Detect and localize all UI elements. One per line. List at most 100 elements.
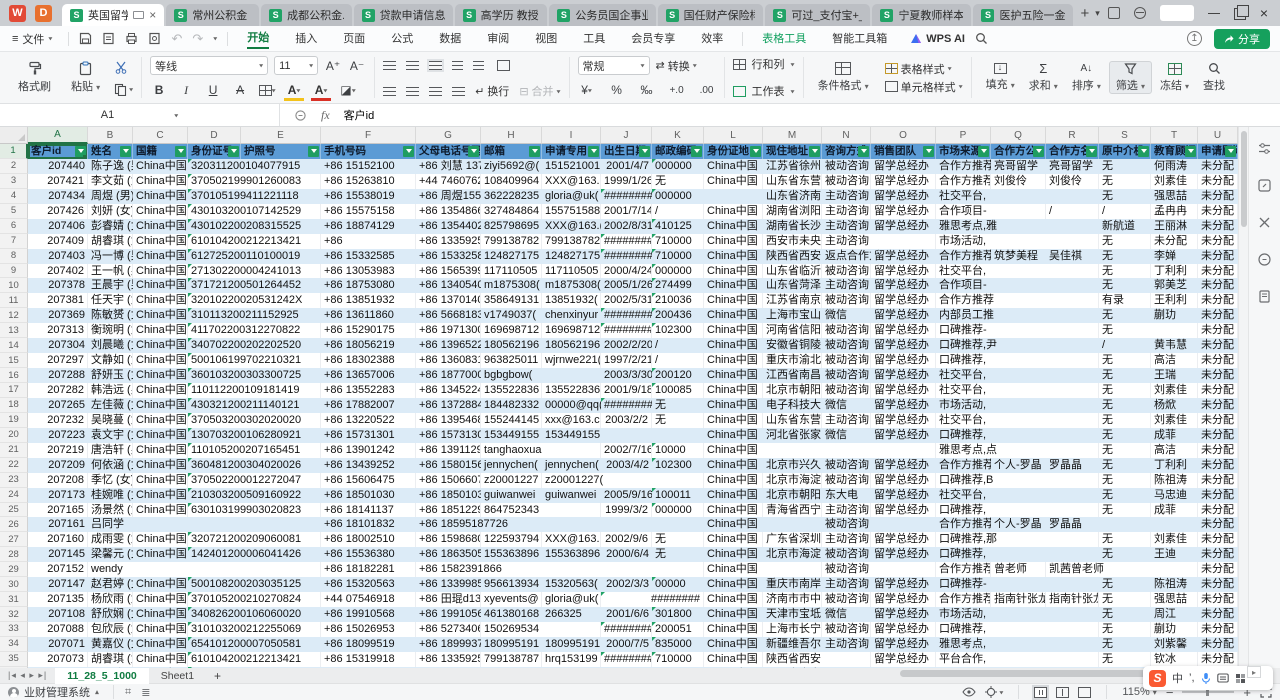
grid-cell[interactable]: 825798695 (481, 219, 542, 234)
align-center-icon[interactable] (406, 87, 419, 96)
grid-cell[interactable]: 舒欣娴 (女 (88, 607, 133, 622)
grid-cell[interactable]: 207071 (28, 637, 88, 652)
grid-cell[interactable]: 无 (1099, 532, 1151, 547)
grid-cell[interactable]: 合作项目- (936, 204, 1046, 219)
grid-cell[interactable]: +86 田琨d1395( (416, 592, 481, 607)
grid-cell[interactable]: 重庆市渝北 (763, 353, 822, 368)
grid-cell[interactable]: 杨焮 (1151, 398, 1198, 413)
grid-cell[interactable]: 无 (1099, 174, 1151, 189)
grid-cell[interactable]: China中国 (704, 159, 763, 174)
grid-cell[interactable]: 赵君婷 (女 (88, 577, 133, 592)
grid-cell[interactable]: / (1099, 338, 1151, 353)
normal-view-icon[interactable] (1034, 687, 1047, 698)
grid-cell[interactable]: 主动咨询 (822, 413, 871, 428)
align-middle-icon[interactable] (406, 61, 419, 70)
sheet-nav-buttons[interactable]: |◂ ◂ ▸ ▸| (0, 670, 55, 681)
grid-cell[interactable]: 710000 (652, 249, 704, 264)
grid-cell[interactable]: China中国 (133, 592, 188, 607)
grid-cell[interactable]: 合作项目- (936, 278, 1099, 293)
grid-cell[interactable]: China中国 (133, 308, 188, 323)
grid-cell[interactable]: 无 (652, 174, 704, 189)
grid-cell[interactable]: China中国 (133, 249, 188, 264)
save-icon[interactable] (79, 32, 92, 45)
grid-cell[interactable]: China中国 (704, 323, 763, 338)
indent-increase-icon[interactable] (473, 61, 484, 70)
grid-cell[interactable]: 刘妍 (女) (88, 204, 133, 219)
grid-cell[interactable]: 强思喆 (1151, 592, 1198, 607)
quick-access-chevron-icon[interactable]: ▾ (213, 35, 217, 42)
grid-cell[interactable]: 未分配 (1198, 323, 1238, 338)
grid-cell[interactable]: 留学总经办 (871, 383, 936, 398)
grid-cell[interactable]: +86 1598680231 (416, 532, 481, 547)
grid-cell[interactable]: 142401200006041426 (188, 547, 321, 562)
filter-button[interactable] (750, 146, 761, 157)
grid-cell[interactable]: 山东省临沂 (763, 264, 822, 279)
grid-cell[interactable]: +86 1533258500 (416, 249, 481, 264)
grid-cell[interactable]: 无 (1099, 308, 1151, 323)
grid-cell[interactable]: China中国 (133, 353, 188, 368)
search-icon[interactable] (975, 32, 988, 45)
grid-cell[interactable]: +86 15319918 (321, 652, 416, 667)
grid-cell[interactable]: ######## (601, 189, 652, 204)
grid-cell[interactable]: 13851932( (542, 293, 601, 308)
grid-cell[interactable]: China中国 (133, 637, 188, 652)
preview-icon[interactable] (148, 32, 161, 45)
grid-cell[interactable]: 327484864 (481, 204, 542, 219)
row-header-5[interactable]: 5 (0, 204, 28, 219)
grid-cell[interactable]: 成雨雯 (女 (88, 532, 133, 547)
grid-cell[interactable]: 184482332 (481, 398, 542, 413)
grid-cell[interactable]: 文静如 (女 (88, 353, 133, 368)
grid-cell[interactable]: 963825011 (481, 353, 542, 368)
grid-cell[interactable]: 合作方推荐 (936, 159, 991, 174)
row-header-26[interactable]: 26 (0, 517, 28, 532)
grid-cell[interactable]: 207402 (28, 264, 88, 279)
grid-cell[interactable]: 留学总经办 (871, 368, 936, 383)
fill-button[interactable]: ↓ 填充 ▾ (980, 63, 1021, 92)
grid-cell[interactable]: hrq153199 (542, 652, 601, 667)
grid-cell[interactable]: 郭美芝 (1151, 278, 1198, 293)
currency-style-icon[interactable]: ¥▾ (578, 81, 596, 99)
grid-cell[interactable]: 被动咨询 (822, 622, 871, 637)
grid-cell[interactable]: +86 18874129 (321, 219, 416, 234)
grid-cell[interactable]: 未分配 (1198, 383, 1238, 398)
select-all-corner[interactable] (0, 127, 28, 144)
grid-cell[interactable]: 梁馨元 (女 (88, 547, 133, 562)
grid-cell[interactable]: 留学总经办 (871, 488, 936, 503)
grid-cell[interactable]: +86 1582391866 (416, 562, 704, 577)
grid-cell[interactable]: +86 13220522 (321, 413, 416, 428)
grid-cell[interactable]: China中国 (133, 458, 188, 473)
grid-cell[interactable]: 110105200207165451 (188, 443, 321, 458)
row-header-29[interactable]: 29 (0, 562, 28, 577)
ime-punctuation-toggle[interactable]: ’, (1189, 672, 1195, 684)
grid-cell[interactable]: 370503200302020020 (188, 413, 321, 428)
grid-cell[interactable]: 362228235 (481, 189, 542, 204)
grid-cell[interactable]: +86 1335925706 (416, 652, 481, 667)
grid-cell[interactable]: 未分配 (1198, 547, 1238, 562)
grid-cell[interactable]: 2003/3/30 (601, 368, 652, 383)
grid-cell[interactable]: 207161 (28, 517, 88, 532)
grid-cell[interactable]: 王瑞 (1151, 368, 1198, 383)
page-break-view-icon[interactable] (1078, 687, 1091, 698)
grid-cell[interactable]: 200436 (652, 308, 704, 323)
grid-cell[interactable]: 上海市长宁 (763, 622, 822, 637)
grid-cell[interactable]: +86 1391129694 (416, 443, 481, 458)
grid-cell[interactable]: 无 (1099, 353, 1151, 368)
grid-cell[interactable]: 强思喆 (1151, 189, 1198, 204)
grid-cell[interactable]: 500108200203035125 (188, 577, 321, 592)
filter-button[interactable] (175, 146, 186, 157)
row-header-19[interactable]: 19 (0, 413, 28, 428)
header-cell-N1[interactable]: 咨询方式 (822, 144, 871, 159)
grid-cell[interactable]: 江苏省南京 (763, 293, 822, 308)
grid-cell[interactable]: 00000 (652, 577, 704, 592)
grid-cell[interactable]: 200051 (652, 622, 704, 637)
grid-cell[interactable]: 被动咨询 (822, 338, 871, 353)
file-tab[interactable]: S贷款申请信息.xlsx (354, 4, 453, 26)
grid-cell[interactable]: +86 1372884680 (416, 398, 481, 413)
menu-item-工具[interactable]: 工具 (583, 30, 605, 48)
file-tab[interactable]: S公务员国企事业单... (549, 4, 655, 26)
grid-cell[interactable]: China中国 (704, 458, 763, 473)
grid-cell[interactable]: 社交平台, (936, 189, 1099, 204)
grid-cell[interactable]: +86 15290175 (321, 323, 416, 338)
decrease-decimal-icon[interactable]: .00 (698, 81, 716, 99)
grid-cell[interactable]: gloria@uk( (542, 189, 601, 204)
